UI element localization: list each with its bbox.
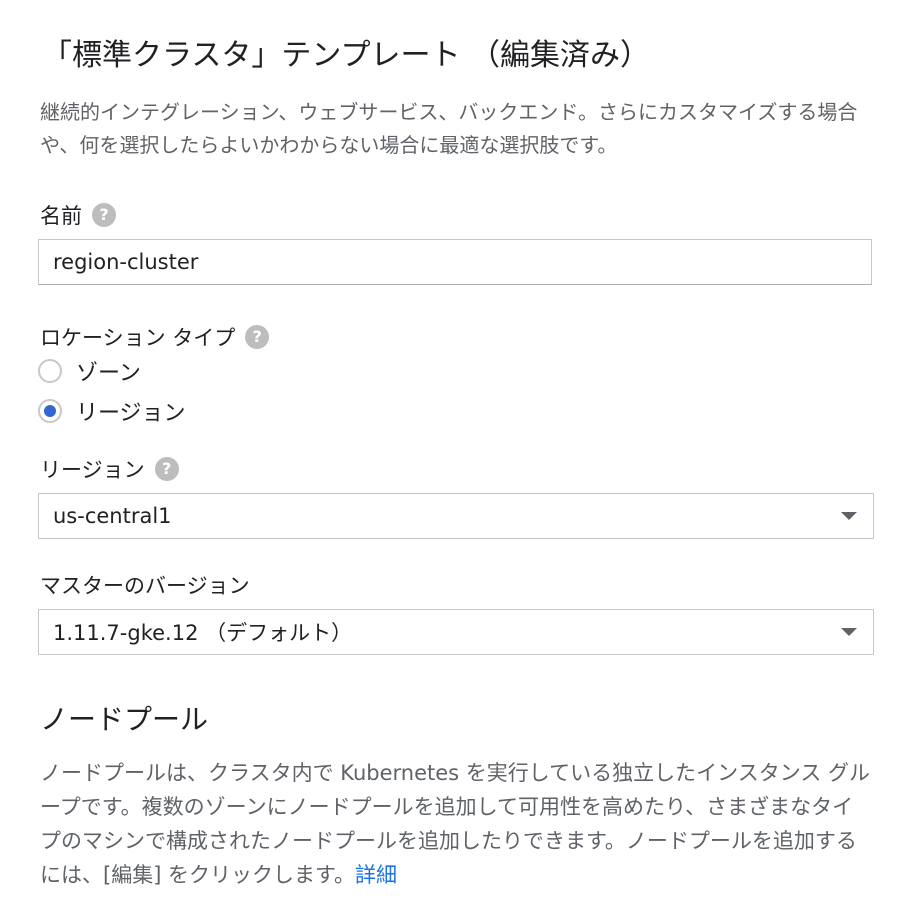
details-link[interactable]: 詳細: [355, 863, 397, 887]
help-icon[interactable]: ?: [154, 457, 179, 481]
node-pools-description: ノードプールは、クラスタ内で Kubernetes を実行している独立したインス…: [40, 756, 870, 892]
region-label-row: リージョン ?: [40, 454, 179, 484]
radio-label-zone: ゾーン: [76, 361, 141, 386]
name-label: 名前: [40, 204, 82, 228]
help-icon[interactable]: ?: [245, 325, 270, 349]
radio-label-region: リージョン: [76, 401, 186, 426]
master-version-select[interactable]: 1.11.7-gke.12 （デフォルト）: [38, 609, 874, 655]
location-type-label: ロケーション タイプ: [40, 326, 236, 350]
dropdown-arrow-icon: [841, 512, 857, 520]
name-label-row: 名前 ?: [40, 200, 116, 230]
dropdown-arrow-icon: [841, 628, 857, 636]
master-version-label: マスターのバージョン: [40, 574, 250, 598]
page-title: 「標準クラスタ」テンプレート （編集済み）: [42, 38, 651, 73]
node-pools-description-text: ノードプールは、クラスタ内で Kubernetes を実行している独立したインス…: [40, 761, 871, 887]
radio-button-region[interactable]: [38, 399, 62, 423]
radio-region[interactable]: リージョン: [38, 395, 186, 427]
help-icon[interactable]: ?: [92, 203, 116, 227]
cluster-name-input[interactable]: [38, 239, 872, 285]
node-pools-title: ノードプール: [40, 703, 209, 736]
region-select[interactable]: us-central1: [38, 493, 874, 539]
master-version-label-row: マスターのバージョン: [40, 570, 250, 600]
master-version-select-value: 1.11.7-gke.12 （デフォルト）: [53, 621, 353, 645]
region-label: リージョン: [40, 458, 145, 482]
region-select-value: us-central1: [53, 504, 172, 528]
location-type-label-row: ロケーション タイプ ?: [40, 322, 270, 352]
radio-zone[interactable]: ゾーン: [38, 355, 141, 387]
template-description: 継続的インテグレーション、ウェブサービス、バックエンド。さらにカスタマイズする場…: [40, 100, 858, 157]
cluster-template-form: 「標準クラスタ」テンプレート （編集済み） 継続的インテグレーション、ウェブサー…: [0, 0, 902, 902]
radio-button-zone[interactable]: [38, 359, 62, 383]
